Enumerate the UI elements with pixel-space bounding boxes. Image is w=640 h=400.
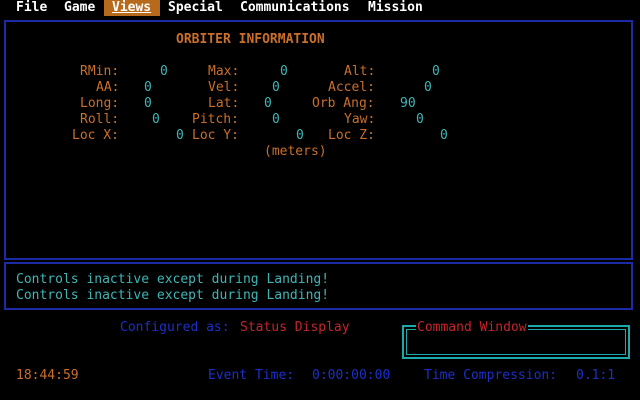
vel-label: Vel: (208, 80, 240, 95)
orbiter-title: ORBITER INFORMATION (176, 32, 325, 47)
roll-label: Roll: (80, 112, 120, 127)
loc-z-label: Loc Z: (328, 128, 375, 143)
alt-value: 0 (432, 64, 440, 79)
menu-bar: File Game Views Special Communications M… (0, 0, 640, 16)
aa-value: 0 (144, 80, 152, 95)
vel-value: 0 (272, 80, 280, 95)
aa-label: AA: (96, 80, 120, 95)
configured-value: Status Display (240, 320, 350, 335)
accel-label: Accel: (328, 80, 375, 95)
clock: 18:44:59 (16, 368, 79, 383)
orb-ang-value: 90 (400, 96, 416, 111)
menu-mission[interactable]: Mission (368, 0, 423, 16)
menu-special[interactable]: Special (168, 0, 223, 16)
menu-communications[interactable]: Communications (240, 0, 350, 16)
loc-x-value: 0 (176, 128, 184, 143)
lat-label: Lat: (208, 96, 240, 111)
event-time-label: Event Time: (208, 368, 295, 383)
rmin-value: 0 (160, 64, 168, 79)
loc-y-label: Loc Y: (192, 128, 239, 143)
long-label: Long: (80, 96, 120, 111)
alt-label: Alt: (344, 64, 376, 79)
max-label: Max: (208, 64, 240, 79)
command-window-label: Command Window (416, 320, 528, 336)
pitch-label: Pitch: (192, 112, 239, 127)
loc-x-label: Loc X: (72, 128, 119, 143)
menu-file[interactable]: File (16, 0, 47, 16)
loc-y-value: 0 (296, 128, 304, 143)
units-label: (meters) (264, 144, 327, 159)
accel-value: 0 (424, 80, 432, 95)
long-value: 0 (144, 96, 152, 111)
rmin-label: RMin: (80, 64, 120, 79)
message-line-2: Controls inactive except during Landing! (16, 288, 330, 303)
message-line-1: Controls inactive except during Landing! (16, 272, 330, 287)
time-compression-label: Time Compression: (424, 368, 558, 383)
pitch-value: 0 (272, 112, 280, 127)
time-compression-value: 0.1:1 (576, 368, 616, 383)
menu-game[interactable]: Game (64, 0, 95, 16)
loc-z-value: 0 (440, 128, 448, 143)
orb-ang-label: Orb Ang: (312, 96, 375, 111)
max-value: 0 (280, 64, 288, 79)
configured-label: Configured as: (120, 320, 230, 335)
roll-value: 0 (152, 112, 160, 127)
lat-value: 0 (264, 96, 272, 111)
event-time-value: 0:00:00:00 (312, 368, 391, 383)
yaw-value: 0 (416, 112, 424, 127)
yaw-label: Yaw: (344, 112, 376, 127)
menu-views[interactable]: Views (104, 0, 160, 16)
